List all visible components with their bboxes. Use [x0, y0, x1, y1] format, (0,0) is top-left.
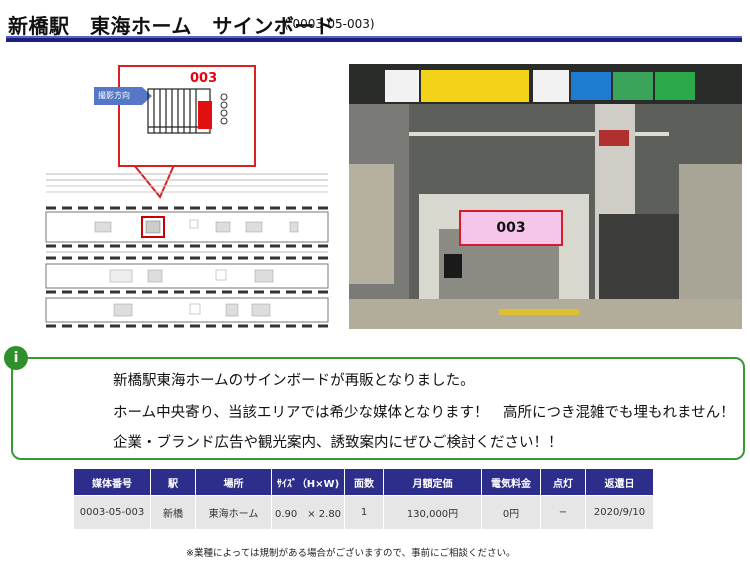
callout-box: 003 撮影方向: [94, 65, 256, 167]
table-header-row: 媒体番号 駅 場所 ｻｲｽﾞ（H×W) 面数 月額定価 電気料金 点灯 返還日: [73, 468, 654, 496]
col-electricity-fee: 電気料金: [481, 468, 541, 496]
col-media-number: 媒体番号: [73, 468, 151, 496]
header: 新橋駅 東海ホーム サインボード ( 0003-05-003): [0, 0, 750, 48]
cell-lighting: −: [540, 495, 586, 530]
col-lighting: 点灯: [540, 468, 586, 496]
cell-monthly-price: 130,000円: [383, 495, 482, 530]
station-map: 003 撮影方向: [40, 62, 332, 330]
cell-return-date: 2020/9/10: [585, 495, 654, 530]
cell-faces: 1: [344, 495, 384, 530]
info-line-3: 企業・ブランド広告や観光案内、誘致案内にぜひご検討ください！！: [113, 435, 563, 451]
cell-location: 東海ホーム: [195, 495, 272, 530]
station-photo: 003: [349, 64, 742, 329]
cell-size: 0.90 × 2.80: [271, 495, 345, 530]
col-size: ｻｲｽﾞ（H×W): [271, 468, 345, 496]
col-station: 駅: [150, 468, 196, 496]
cell-media-number: 0003-05-003: [73, 495, 151, 530]
cell-electricity-fee: 0円: [481, 495, 541, 530]
info-box: 新橋駅東海ホームのサインボードが再販となりました。 ホーム中央寄り、当該エリアで…: [11, 357, 745, 460]
info-icon: i: [4, 346, 28, 370]
cell-station: 新橋: [150, 495, 196, 530]
media-spec-table: 媒体番号 駅 場所 ｻｲｽﾞ（H×W) 面数 月額定価 電気料金 点灯 返還日 …: [73, 468, 654, 530]
col-monthly-price: 月額定価: [383, 468, 482, 496]
sign-location-label: 003: [459, 210, 563, 246]
callout-detail: [147, 88, 228, 134]
header-divider-highlight: [6, 36, 742, 38]
footnote: ※業種によっては規制がある場合がございますので、事前にご相談ください。: [186, 548, 516, 559]
media-code: ( 0003-05-003): [284, 17, 375, 31]
info-line-1: 新橋駅東海ホームのサインボードが再販となりました。: [113, 373, 475, 389]
col-location: 場所: [195, 468, 272, 496]
photo-scene: [349, 64, 742, 329]
table-row: 0003-05-003 新橋 東海ホーム 0.90 × 2.80 1 130,0…: [73, 495, 654, 530]
col-faces: 面数: [344, 468, 384, 496]
info-line-2: ホーム中央寄り、当該エリアでは希少な媒体となります！ 高所につき混雑でも埋もれま…: [113, 405, 735, 421]
col-return-date: 返還日: [585, 468, 654, 496]
